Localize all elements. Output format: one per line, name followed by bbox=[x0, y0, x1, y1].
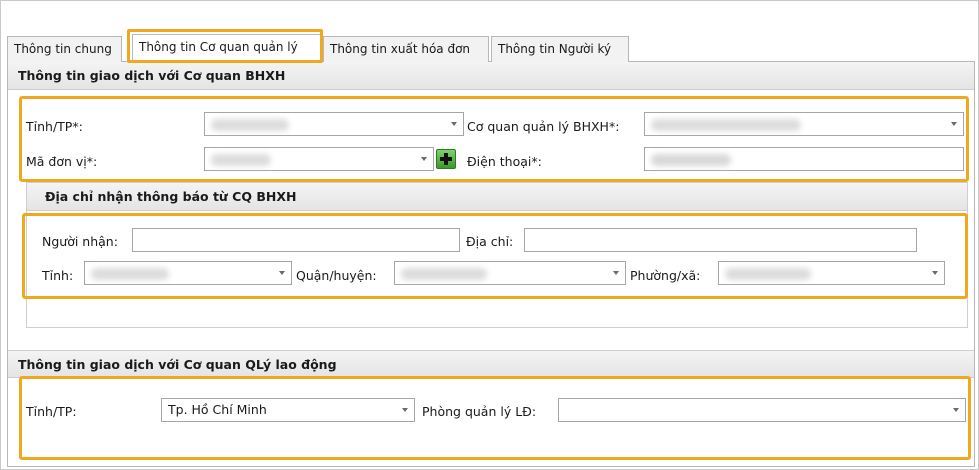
ward-label: Phường/xã: bbox=[630, 268, 701, 283]
labor-office-combo[interactable] bbox=[558, 398, 966, 422]
recipient-label: Người nhận: bbox=[42, 234, 118, 249]
notice-address-header: Địa chỉ nhận thông báo từ CQ BHXH bbox=[27, 183, 967, 211]
agency-combo[interactable] bbox=[644, 112, 964, 136]
dropdown-arrow-icon[interactable] bbox=[451, 122, 457, 126]
ward-combo[interactable] bbox=[718, 261, 945, 285]
phone-input[interactable] bbox=[644, 147, 964, 171]
tab-general[interactable]: Thông tin chung bbox=[7, 36, 122, 62]
redacted-value bbox=[651, 154, 731, 166]
redacted-value bbox=[651, 119, 801, 131]
notice-province-combo[interactable] bbox=[84, 261, 292, 285]
bhxh-section-header: Thông tin giao dịch với Cơ quan BHXH bbox=[8, 62, 974, 90]
labor-province-label: Tỉnh/TP: bbox=[26, 404, 77, 419]
dropdown-arrow-icon[interactable] bbox=[421, 157, 427, 161]
notice-province-label: Tỉnh: bbox=[42, 268, 74, 283]
labor-section-header: Thông tin giao dịch với Cơ quan QLý lao … bbox=[8, 350, 974, 378]
tab-content: Thông tin giao dịch với Cơ quan BHXH Tỉn… bbox=[7, 62, 975, 467]
redacted-value bbox=[401, 268, 487, 280]
tab-bar: Thông tin chung Thông tin Cơ quan quản l… bbox=[7, 34, 975, 63]
redacted-value bbox=[91, 268, 169, 280]
dropdown-arrow-icon[interactable] bbox=[951, 122, 957, 126]
dropdown-arrow-icon[interactable] bbox=[932, 271, 938, 275]
province-label: Tỉnh/TP*: bbox=[26, 119, 83, 134]
redacted-value bbox=[725, 268, 811, 280]
dropdown-arrow-icon[interactable] bbox=[279, 271, 285, 275]
district-combo[interactable] bbox=[394, 261, 626, 285]
dropdown-arrow-icon[interactable] bbox=[953, 408, 959, 412]
district-label: Quận/huyện: bbox=[296, 268, 377, 283]
labor-province-combo[interactable]: Tp. Hồ Chí Minh bbox=[161, 398, 415, 422]
recipient-input[interactable] bbox=[132, 228, 460, 252]
redacted-value bbox=[211, 154, 271, 166]
notice-address-highlight bbox=[22, 213, 968, 299]
agency-label: Cơ quan quản lý BHXH*: bbox=[467, 119, 620, 134]
tab-signer[interactable]: Thông tin Người ký bbox=[491, 36, 629, 62]
province-combo[interactable] bbox=[204, 112, 464, 136]
dropdown-arrow-icon[interactable] bbox=[613, 271, 619, 275]
tab-management-agency[interactable]: Thông tin Cơ quan quản lý bbox=[132, 34, 322, 63]
plus-icon-stem bbox=[444, 153, 448, 165]
labor-office-label: Phòng quản lý LĐ: bbox=[422, 404, 537, 419]
address-label: Địa chỉ: bbox=[466, 234, 514, 249]
phone-label: Điện thoại*: bbox=[467, 154, 542, 169]
redacted-value bbox=[211, 119, 289, 131]
address-input[interactable] bbox=[524, 228, 917, 252]
window-frame: Thông tin chung Thông tin Cơ quan quản l… bbox=[0, 0, 979, 470]
dropdown-arrow-icon[interactable] bbox=[402, 408, 408, 412]
unit-code-label: Mã đơn vị*: bbox=[26, 154, 98, 169]
add-unit-button[interactable] bbox=[436, 149, 456, 169]
tab-invoice[interactable]: Thông tin xuất hóa đơn bbox=[323, 36, 489, 62]
unit-code-combo[interactable] bbox=[204, 147, 434, 171]
labor-province-value: Tp. Hồ Chí Minh bbox=[168, 402, 267, 417]
